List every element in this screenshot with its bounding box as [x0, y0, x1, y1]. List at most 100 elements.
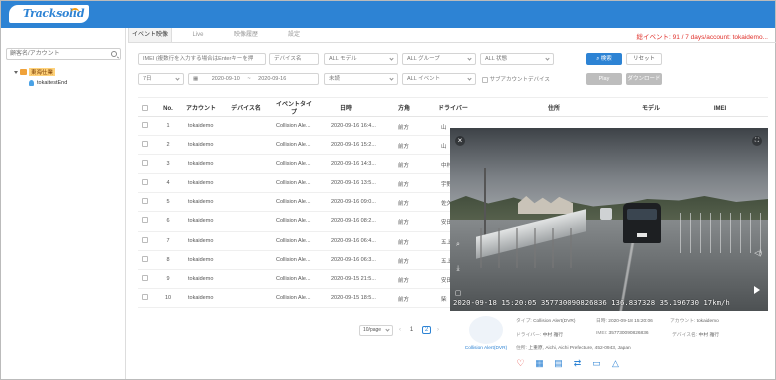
tree-root-node[interactable]: 東海仕業	[14, 68, 56, 76]
favorite-icon[interactable]: ♡	[516, 359, 525, 368]
page-2[interactable]: 2	[422, 326, 431, 334]
group-select[interactable]: ALL グループ	[402, 53, 476, 65]
tab-video-history[interactable]: 映像履歴	[224, 28, 268, 42]
download-button[interactable]: ダウンロード	[626, 73, 662, 85]
sub-account-option[interactable]: サブアカウントデバイス	[482, 75, 550, 83]
event-type-select[interactable]: ALL イベント	[402, 73, 476, 85]
cell-event-type: Collision Ale...	[276, 199, 311, 206]
volume-icon[interactable]: ◁)	[754, 249, 762, 257]
prev-page-icon[interactable]: ‹	[399, 327, 401, 333]
folder-icon	[20, 69, 27, 75]
tab-settings[interactable]: 設定	[276, 28, 312, 42]
close-icon[interactable]: ×	[455, 136, 465, 146]
sub-account-checkbox[interactable]	[482, 76, 488, 83]
period-select-value: 7日	[143, 76, 152, 82]
detail-imei-label: IMEI:	[596, 331, 608, 336]
cell-time: 2020-09-16 16:4...	[331, 123, 376, 129]
detail-account-value: tokaidemo	[696, 319, 719, 324]
cell-event-type: Collision Ale...	[276, 218, 311, 225]
tab-live[interactable]: Live	[180, 28, 216, 42]
page-1[interactable]: 1	[407, 327, 416, 333]
row-checkbox[interactable]	[142, 160, 148, 167]
detail-date: 日時: 2020-09-18 15:20:06	[596, 317, 653, 324]
cell-event-type: Collision Ale...	[276, 142, 311, 149]
row-checkbox[interactable]	[142, 141, 148, 148]
detail-actions: ♡ ▦ ▤ ⇄ ▭ △	[516, 359, 620, 368]
cell-direction: 前方	[398, 220, 410, 227]
search-button[interactable]: ⌕ 検索	[586, 53, 622, 65]
detail-date-label: 日時:	[596, 319, 607, 324]
cell-time: 2020-09-15 18:5...	[331, 294, 376, 301]
detail-device-value: 中村 雅行	[698, 333, 720, 338]
cell-account: tokaidemo	[188, 294, 214, 301]
next-page-icon[interactable]: ›	[437, 327, 439, 333]
device-name-input[interactable]: デバイス名	[269, 53, 319, 65]
detail-type-value: Collision Alert(DVR)	[533, 319, 576, 324]
app-logo[interactable]: Tracksolid	[9, 5, 89, 23]
caret-down-icon[interactable]	[14, 70, 18, 74]
sync-icon[interactable]: ⇄	[573, 359, 582, 368]
cell-no: 9	[166, 275, 170, 282]
reset-button[interactable]: リセット	[626, 53, 662, 65]
col-direction: 方角	[397, 106, 410, 112]
cell-direction: 前方	[398, 258, 410, 265]
col-device: デバイス名	[231, 106, 261, 112]
tab-event-video[interactable]: イベント映像	[128, 28, 172, 42]
col-model: モデル	[641, 106, 660, 112]
imei-input[interactable]: IMEI (複数行を入力する場合はEnterキーを押	[138, 53, 266, 65]
col-driver: ドライバー	[438, 106, 468, 112]
account-search[interactable]	[6, 48, 121, 60]
read-state-select[interactable]: 未読	[324, 73, 398, 85]
user-icon	[29, 80, 34, 86]
video-car-far	[600, 208, 612, 220]
tree-root-label[interactable]: 東海仕業	[29, 68, 56, 76]
event-details: Collision Alert(DVR) タイプ: Collision Aler…	[450, 311, 768, 379]
calendar-icon: ▦	[193, 76, 199, 82]
grid-icon[interactable]: ▦	[535, 359, 544, 368]
page-size-select[interactable]: 10/page	[359, 324, 393, 336]
row-checkbox[interactable]	[142, 179, 148, 186]
download-icon[interactable]: ⤓	[454, 265, 462, 273]
chevron-down-icon	[389, 56, 394, 61]
row-checkbox[interactable]	[142, 293, 148, 300]
cell-account: tokaidemo	[188, 180, 214, 187]
model-select[interactable]: ALL モデル	[324, 53, 398, 65]
detail-device: デバイス名: 中村 雅行	[672, 331, 719, 338]
cell-direction: 前方	[398, 239, 410, 246]
period-select[interactable]: 7日	[138, 73, 184, 85]
date-range-picker[interactable]: ▦ 2020-09-10 ~ 2020-09-16	[188, 73, 319, 85]
cell-account: tokaidemo	[188, 199, 214, 206]
detail-type-label: タイプ:	[516, 319, 532, 324]
status-select-value: ALL 状態	[485, 56, 508, 62]
video-car	[623, 203, 661, 243]
warning-icon[interactable]: △	[611, 359, 620, 368]
search-icon[interactable]	[111, 51, 117, 57]
row-checkbox[interactable]	[142, 122, 148, 128]
play-button[interactable]: Play	[586, 73, 622, 85]
tree-child-label[interactable]: tokaitestEnd	[37, 80, 67, 86]
screenshot-icon[interactable]: ▢	[454, 290, 462, 298]
row-checkbox[interactable]	[142, 255, 148, 262]
fullscreen-icon[interactable]: ⛶	[752, 136, 762, 146]
row-checkbox[interactable]	[142, 274, 148, 281]
status-select[interactable]: ALL 状態	[480, 53, 554, 65]
detail-address-label: 住所:	[516, 346, 527, 351]
document-icon[interactable]: ▤	[554, 359, 563, 368]
col-account: アカウント	[185, 106, 216, 112]
play-icon[interactable]	[754, 286, 760, 294]
event-thumbnail[interactable]	[469, 316, 503, 344]
select-all-checkbox[interactable]	[142, 102, 148, 113]
date-to: 2020-09-16	[258, 76, 287, 82]
cell-direction: 前方	[398, 163, 410, 170]
detail-imei: IMEI: 357730090826836	[596, 331, 649, 336]
account-search-input[interactable]	[7, 49, 107, 59]
event-total: 総イベント: 91 / 7 days/account: tokaidemo...	[636, 34, 768, 41]
row-checkbox[interactable]	[142, 217, 148, 224]
row-checkbox[interactable]	[142, 198, 148, 205]
video-player[interactable]: × ⛶ ⌕ ⤓ ▢ ◁) 2020-09-18 15:20:05 3577300…	[450, 128, 768, 311]
folder-icon[interactable]: ▭	[592, 359, 601, 368]
tree-child-node[interactable]: tokaitestEnd	[29, 80, 67, 86]
cell-time: 2020-09-16 15:2...	[331, 142, 376, 149]
zoom-icon[interactable]: ⌕	[454, 241, 462, 249]
row-checkbox[interactable]	[142, 236, 148, 243]
